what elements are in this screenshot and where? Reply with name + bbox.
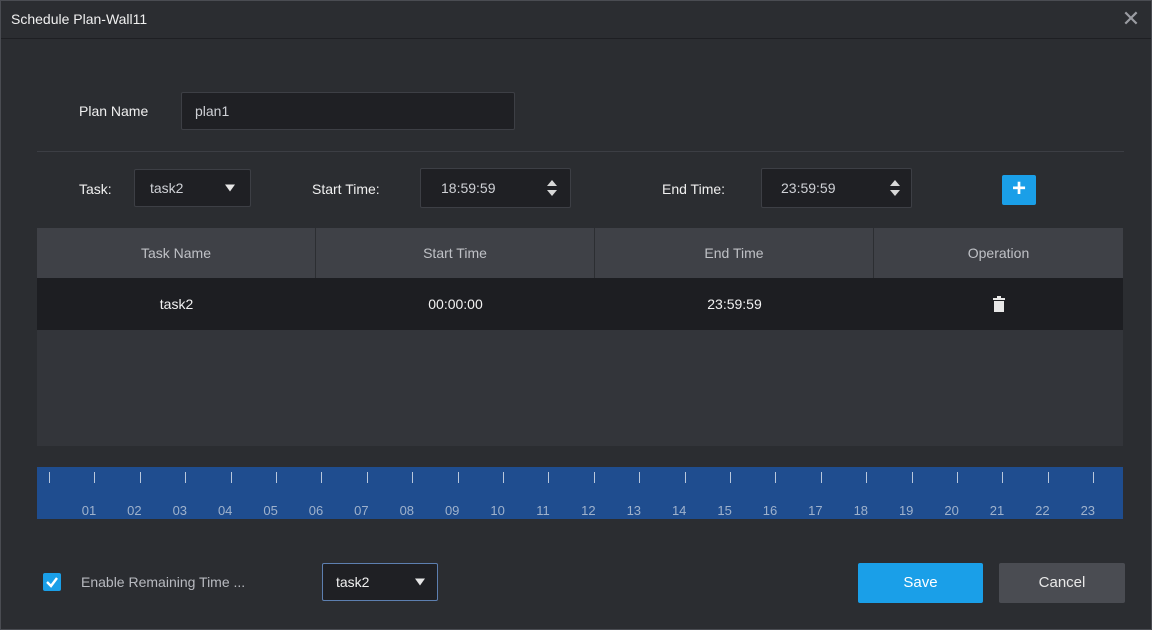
start-time-value: 18:59:59 [441,180,496,196]
timeline-hour-label: 01 [81,503,97,518]
trash-icon[interactable] [992,296,1005,312]
timeline-tick [957,472,958,483]
cell-operation [874,278,1123,330]
timeline-hour-label: 18 [853,503,869,518]
timeline-hour-label: 11 [536,503,550,518]
plus-icon: + [1011,175,1026,202]
task-select-value: task2 [150,180,184,196]
timeline-tick [94,472,96,483]
column-header-end-time: End Time [595,228,874,278]
timeline-tick [412,472,414,483]
task-select[interactable]: task2 [134,169,251,207]
close-icon[interactable]: ✕ [1119,7,1143,31]
enable-remaining-label: Enable Remaining Time ... [81,574,246,590]
timeline-hour-label: 20 [944,503,959,518]
timeline-tick [503,472,504,483]
timeline-hour-label: 21 [989,503,1005,518]
timeline-tick [366,472,368,483]
timeline-tick [1002,472,1004,483]
timeline-hour-label: 22 [1035,503,1050,518]
timeline-hour-label: 16 [762,503,778,518]
cell-start-time: 00:00:00 [428,296,483,312]
timeline-tick [639,472,641,483]
column-header-start-time: Start Time [316,228,595,278]
timeline-tick [684,472,686,483]
timeline-tick [775,472,777,483]
plan-name-input[interactable]: plan1 [181,92,515,130]
timeline-hour-label: 12 [581,503,596,518]
timeline-hour-label: 17 [808,503,823,518]
timeline-tick [1047,472,1049,483]
remaining-task-select[interactable]: task2 [322,563,438,601]
timeline-hour-label: 13 [626,503,642,518]
start-time-label: Start Time: [312,181,380,197]
task-label: Task: [79,181,112,197]
timeline-hour-label: 04 [217,503,233,518]
timeline-tick [276,472,277,483]
timeline-tick [593,472,595,483]
stepper-icon[interactable] [547,180,557,196]
plan-name-label: Plan Name [79,103,149,119]
timeline-bar[interactable]: 01 02 03 04 05 06 07 08 09 10 11 12 13 14 15 16 17 18 19 20… [37,467,1123,519]
cancel-button[interactable]: Cancel [999,563,1125,603]
task-table: Task Name Start Time End Time Operation … [37,228,1123,446]
schedule-plan-dialog: Schedule Plan-Wall11 ✕ Plan Name plan1 T… [0,0,1152,630]
end-time-label: End Time: [662,181,726,197]
dialog-title: Schedule Plan-Wall11 [11,11,148,27]
timeline-tick [321,472,323,483]
save-button[interactable]: Save [858,563,983,603]
timeline-tick [1093,472,1095,483]
end-time-value: 23:59:59 [781,180,836,196]
timeline-hour-label: 05 [263,503,278,518]
timeline-hour-label: 15 [717,503,732,518]
timeline-hour-label: 07 [354,503,369,518]
timeline-hour-label: 10 [490,503,505,518]
timeline-tick [185,472,187,483]
timeline-hour-label: 14 [671,503,687,518]
timeline-tick [730,472,731,483]
remaining-task-value: task2 [336,574,370,590]
table-header: Task Name Start Time End Time Operation [37,228,1123,278]
table-row[interactable]: task2 00:00:00 23:59:59 [37,278,1123,330]
timeline-tick [820,472,822,483]
timeline-tick [139,472,141,483]
timeline-hour-label: 03 [172,503,188,518]
timeline-tick [911,472,913,483]
plan-name-value: plan1 [195,103,230,119]
timeline-hour-label: 09 [444,503,460,518]
timeline-tick [49,472,50,483]
section-divider [37,151,1124,152]
start-time-input[interactable]: 18:59:59 [420,168,571,208]
enable-remaining-checkbox[interactable] [43,573,61,591]
timeline-hour-label: 02 [127,503,142,518]
timeline-hour-label: 06 [308,503,324,518]
column-header-operation: Operation [967,245,1030,261]
timeline-hour-label: 23 [1080,503,1096,518]
chevron-down-icon [415,578,425,586]
timeline-tick [866,472,868,483]
timeline-tick [457,472,459,483]
chevron-down-icon [225,184,235,192]
add-task-button[interactable]: + [1002,175,1036,205]
column-header-task-name: Task Name [37,228,316,278]
timeline-hour-label: 08 [399,503,415,518]
checkmark-icon [46,577,58,588]
timeline-hour-label: 19 [898,503,914,518]
cell-task-name: task2 [159,296,194,312]
end-time-input[interactable]: 23:59:59 [761,168,912,208]
cell-end-time: 23:59:59 [707,296,762,312]
timeline-tick [548,472,550,483]
stepper-icon[interactable] [890,180,900,196]
timeline-tick [230,472,232,483]
title-bar: Schedule Plan-Wall11 ✕ [1,1,1151,39]
